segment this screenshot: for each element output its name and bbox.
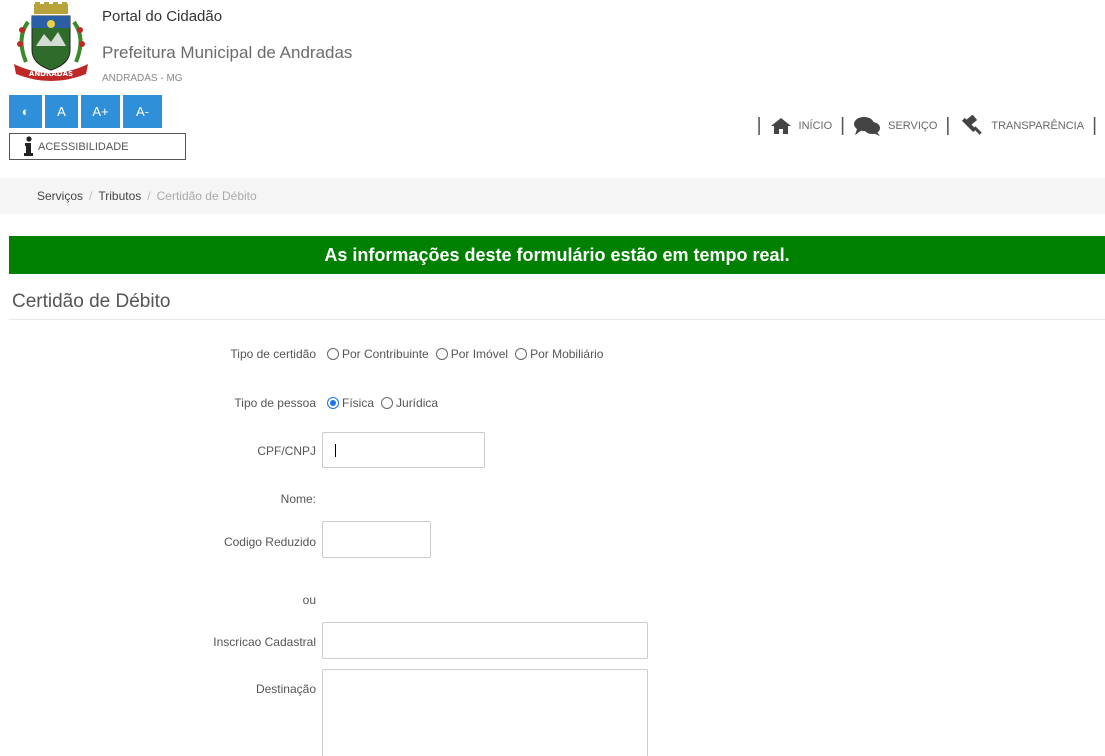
contrast-toggle-button[interactable]: ◐ [9,95,42,128]
nav-divider: | [1092,115,1097,136]
real-time-info-banner: As informações deste formulário estão em… [9,236,1105,274]
nav-divider: | [945,115,951,136]
codigo-reduzido-label: Codigo Reduzido [223,535,316,549]
font-decrease-button[interactable]: A- [123,95,162,128]
cpf-cnpj-input[interactable] [322,432,485,468]
radio-label: Por Imóvel [450,347,509,361]
home-icon [770,117,792,135]
municipal-coat-of-arms-logo: ANDRADAS [8,2,98,84]
accessibility-label: ACESSIBILIDADE [38,140,129,153]
nav-item-label: INÍCIO [798,120,833,132]
radio-button-selected[interactable] [327,397,339,409]
nav-item-label: SERVIÇO [888,120,938,132]
destinacao-label: Destinação [255,682,316,696]
radio-label: Física [342,396,375,410]
breadcrumb-separator: / [147,189,151,203]
title-divider [9,319,1105,320]
breadcrumb-current: Certidão de Débito [156,189,257,203]
radio-por-contribuinte[interactable]: Por Contribuinte [327,347,429,361]
radio-por-imovel[interactable]: Por Imóvel [435,347,509,361]
nome-label: Nome: [280,492,316,506]
comments-icon [853,116,881,136]
tipo-certidao-radio-group: Por Contribuinte Por Imóvel Por Mobiliár… [327,347,606,361]
city-state: ANDRADAS - MG [102,73,183,84]
destinacao-textarea[interactable] [322,669,648,756]
accessibility-link[interactable]: ACESSIBILIDADE [9,133,186,160]
nav-item-transparencia[interactable]: TRANSPARÊNCIA [958,115,1084,137]
tipo-pessoa-radio-group: Física Jurídica [327,396,441,410]
breadcrumb-servicos[interactable]: Serviços [37,189,83,203]
cpf-cnpj-label: CPF/CNPJ [257,444,316,458]
page-title: Certidão de Débito [12,291,171,312]
breadcrumb: Serviços / Tributos / Certidão de Débito [0,178,1105,214]
top-navigation: | INÍCIO | SERVIÇO | TRANSPARÊNCIA | [749,115,1105,137]
radio-button[interactable] [381,397,394,409]
info-icon [22,136,36,157]
nav-item-label: TRANSPARÊNCIA [991,120,1085,132]
inscricao-cadastral-input[interactable] [322,622,648,659]
radio-por-mobiliario[interactable]: Por Mobiliário [515,347,603,361]
radio-juridica[interactable]: Jurídica [381,396,438,410]
nav-item-servico[interactable]: SERVIÇO [853,116,937,136]
logo-ribbon-text: ANDRADAS [29,70,73,78]
radio-label: Por Mobiliário [530,347,604,361]
prefeitura-name: Prefeitura Municipal de Andradas [102,43,353,62]
breadcrumb-separator: / [89,189,93,203]
inscricao-cadastral-label: Inscricao Cadastral [213,635,316,649]
radio-button[interactable] [327,348,339,360]
nav-divider: | [840,115,846,136]
nav-divider: | [756,115,762,136]
tipo-certidao-label: Tipo de certidão [230,347,316,361]
breadcrumb-tributos[interactable]: Tributos [98,189,141,203]
radio-button[interactable] [515,348,528,360]
nav-item-inicio[interactable]: INÍCIO [770,117,833,135]
radio-label: Por Contribuinte [342,347,429,361]
font-increase-button[interactable]: A+ [81,95,120,128]
accessibility-buttons: ◐ A A+ A- [9,95,162,128]
radio-label: Jurídica [396,396,439,410]
font-reset-button[interactable]: A [45,95,78,128]
tipo-pessoa-label: Tipo de pessoa [234,396,316,410]
text-caret [335,444,336,457]
gavel-icon [958,115,984,137]
or-separator-text: ou [302,593,316,607]
portal-title[interactable]: Portal do Cidadão [102,8,222,25]
radio-fisica[interactable]: Física [327,396,374,410]
codigo-reduzido-input[interactable] [322,521,431,558]
radio-button[interactable] [435,348,448,360]
